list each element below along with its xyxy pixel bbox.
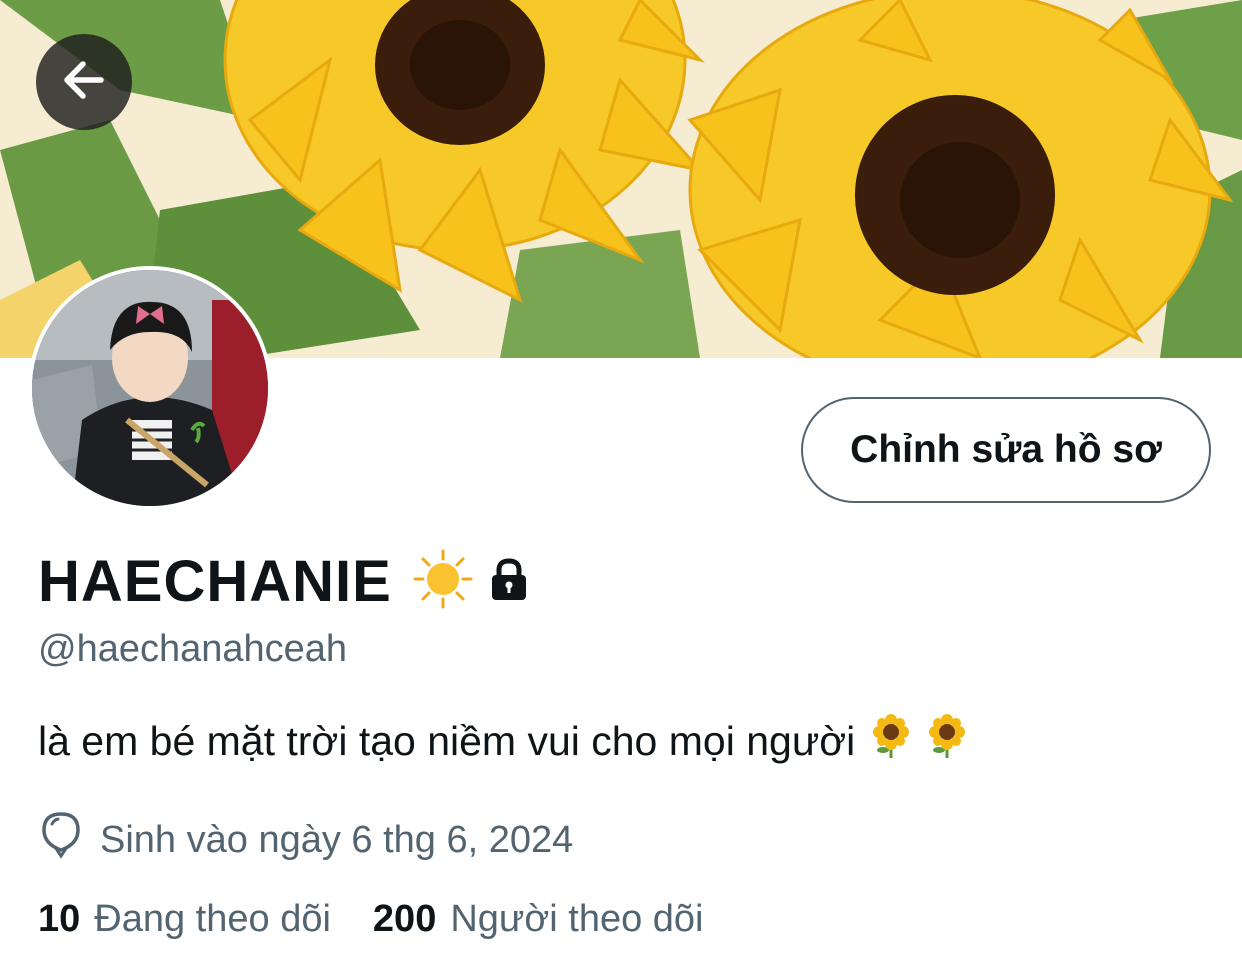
sun-emoji [412,548,474,615]
display-name: HAECHANIE [38,549,392,614]
following-count: 10 [38,898,81,940]
sunflower-emoji [871,714,911,768]
birthday-text: Sinh vào ngày 6 thg 6, 2024 [100,818,574,861]
followers-count: 200 [372,898,437,940]
birthday-row: Sinh vào ngày 6 thg 6, 2024 [38,810,573,870]
followers-label: Người theo dõi [450,898,704,940]
following-link[interactable]: 10 Đang theo dõi [38,898,331,941]
lock-icon [486,556,532,607]
bio-row: là em bé mặt trời tạo niềm vui cho mọi n… [38,714,967,768]
arrow-left-icon [57,53,111,112]
following-label: Đang theo dõi [94,898,331,940]
bio-text: là em bé mặt trời tạo niềm vui cho mọi n… [38,717,856,764]
followers-link[interactable]: 200 Người theo dõi [373,898,704,941]
balloon-icon [38,810,84,870]
follow-stats: 10 Đang theo dõi 200 Người theo dõi [38,898,704,941]
back-button[interactable] [36,34,132,130]
sunflower-emoji [927,714,967,768]
edit-profile-button[interactable]: Chỉnh sửa hồ sơ [801,397,1211,503]
username-handle: @haechanahceah [38,628,348,670]
display-name-row: HAECHANIE [38,548,532,615]
avatar[interactable] [28,266,272,510]
